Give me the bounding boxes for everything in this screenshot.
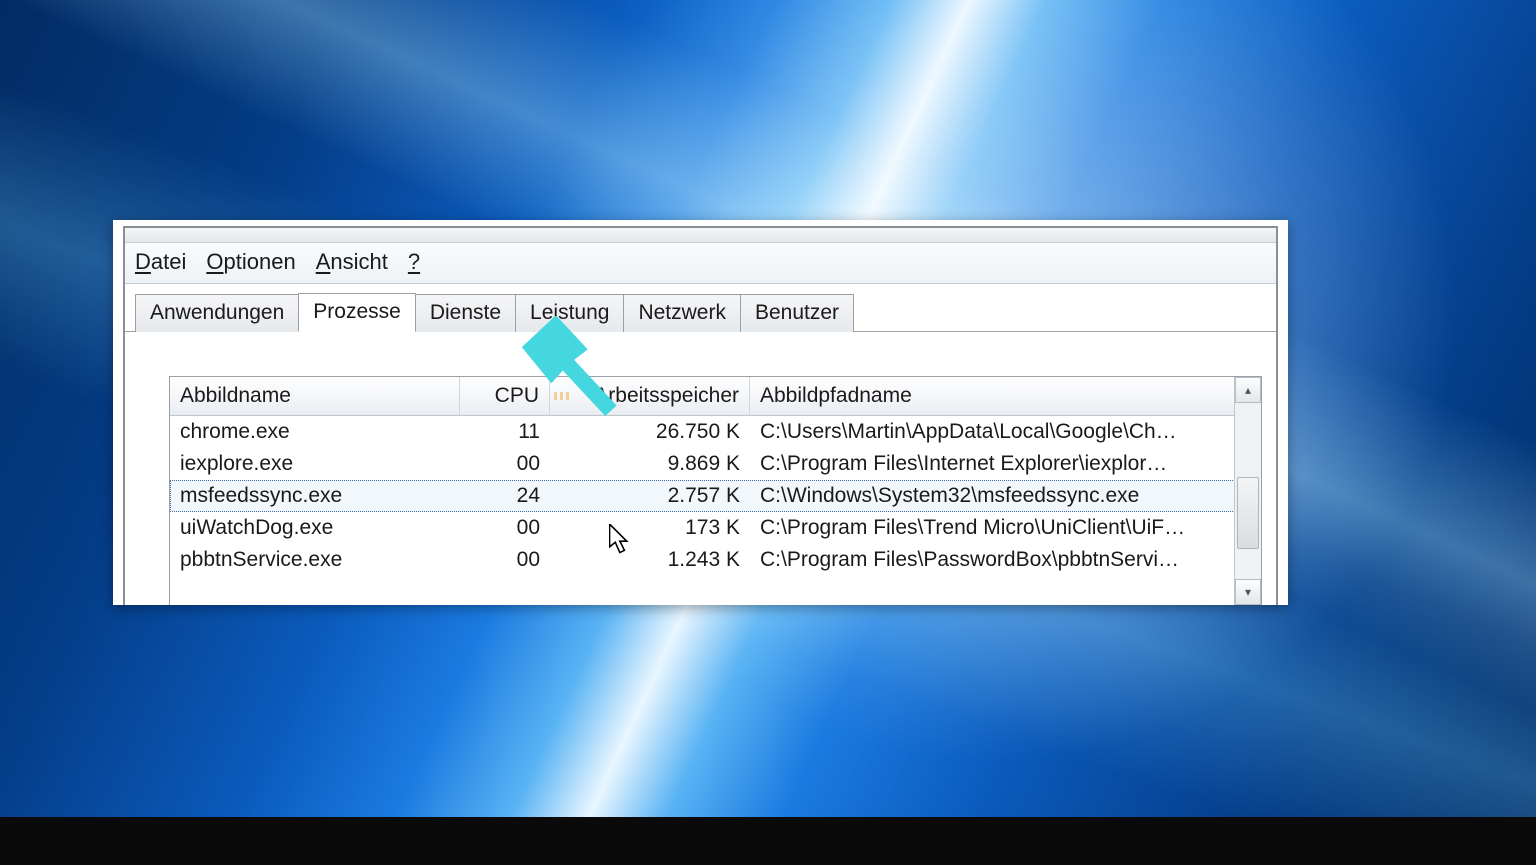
column-headers: Abbildname CPU Arbeitsspeicher Abbildpfa… xyxy=(170,377,1261,416)
cell-image-path: C:\Program Files\Internet Explorer\iexpl… xyxy=(750,448,1261,480)
scroll-thumb[interactable] xyxy=(1237,477,1259,549)
col-memory[interactable]: Arbeitsspeicher xyxy=(550,377,750,416)
menu-help[interactable]: ? xyxy=(408,249,420,275)
cell-memory: 173 K xyxy=(550,512,750,544)
cell-cpu: 00 xyxy=(460,448,550,480)
cell-image-path: C:\Program Files\Trend Micro\UniClient\U… xyxy=(750,512,1261,544)
col-image-path[interactable]: Abbildpfadname xyxy=(750,377,1261,416)
cell-image-name: pbbtnService.exe xyxy=(170,544,460,576)
tab-services[interactable]: Dienste xyxy=(415,294,516,332)
tab-network[interactable]: Netzwerk xyxy=(623,294,741,332)
cell-image-path: C:\Program Files\PasswordBox\pbbtnServi… xyxy=(750,544,1261,576)
process-rows: chrome.exe1126.750 KC:\Users\Martin\AppD… xyxy=(170,416,1261,576)
window-frame: Datei Optionen Ansicht ? Anwendungen Pro… xyxy=(123,226,1278,605)
table-row[interactable]: chrome.exe1126.750 KC:\Users\Martin\AppD… xyxy=(170,416,1261,448)
cell-memory: 9.869 K xyxy=(550,448,750,480)
menu-view[interactable]: Ansicht xyxy=(316,249,388,275)
process-list: Abbildname CPU Arbeitsspeicher Abbildpfa… xyxy=(169,376,1262,605)
cell-image-path: C:\Users\Martin\AppData\Local\Google\Ch… xyxy=(750,416,1261,448)
tab-users[interactable]: Benutzer xyxy=(740,294,854,332)
table-row[interactable]: uiWatchDog.exe00173 KC:\Program Files\Tr… xyxy=(170,512,1261,544)
cell-image-name: msfeedssync.exe xyxy=(170,480,460,512)
menu-file[interactable]: Datei xyxy=(135,249,186,275)
table-row[interactable]: pbbtnService.exe001.243 KC:\Program File… xyxy=(170,544,1261,576)
cell-image-name: iexplore.exe xyxy=(170,448,460,480)
table-row[interactable]: iexplore.exe009.869 KC:\Program Files\In… xyxy=(170,448,1261,480)
table-row[interactable]: msfeedssync.exe242.757 KC:\Windows\Syste… xyxy=(170,480,1261,512)
cell-image-path: C:\Windows\System32\msfeedssync.exe xyxy=(750,480,1261,512)
col-cpu[interactable]: CPU xyxy=(460,377,550,416)
taskbar[interactable] xyxy=(0,817,1536,865)
scroll-up-button[interactable]: ▴ xyxy=(1235,377,1261,403)
cell-cpu: 24 xyxy=(460,480,550,512)
cell-cpu: 11 xyxy=(460,416,550,448)
vertical-scrollbar[interactable]: ▴ ▾ xyxy=(1234,377,1261,605)
scroll-down-button[interactable]: ▾ xyxy=(1235,579,1261,605)
cell-image-name: chrome.exe xyxy=(170,416,460,448)
cell-cpu: 00 xyxy=(460,544,550,576)
tab-performance[interactable]: Leistung xyxy=(515,294,624,332)
menu-options[interactable]: Optionen xyxy=(206,249,295,275)
tab-processes[interactable]: Prozesse xyxy=(298,293,416,332)
tabstrip: Anwendungen Prozesse Dienste Leistung Ne… xyxy=(125,284,1276,332)
cell-image-name: uiWatchDog.exe xyxy=(170,512,460,544)
col-image-name[interactable]: Abbildname xyxy=(170,377,460,416)
titlebar[interactable] xyxy=(125,228,1276,243)
tab-applications[interactable]: Anwendungen xyxy=(135,294,299,332)
cell-cpu: 00 xyxy=(460,512,550,544)
cell-memory: 1.243 K xyxy=(550,544,750,576)
cell-memory: 26.750 K xyxy=(550,416,750,448)
cell-memory: 2.757 K xyxy=(550,480,750,512)
menubar: Datei Optionen Ansicht ? xyxy=(125,243,1276,284)
taskmanager-window: Datei Optionen Ansicht ? Anwendungen Pro… xyxy=(113,220,1288,605)
